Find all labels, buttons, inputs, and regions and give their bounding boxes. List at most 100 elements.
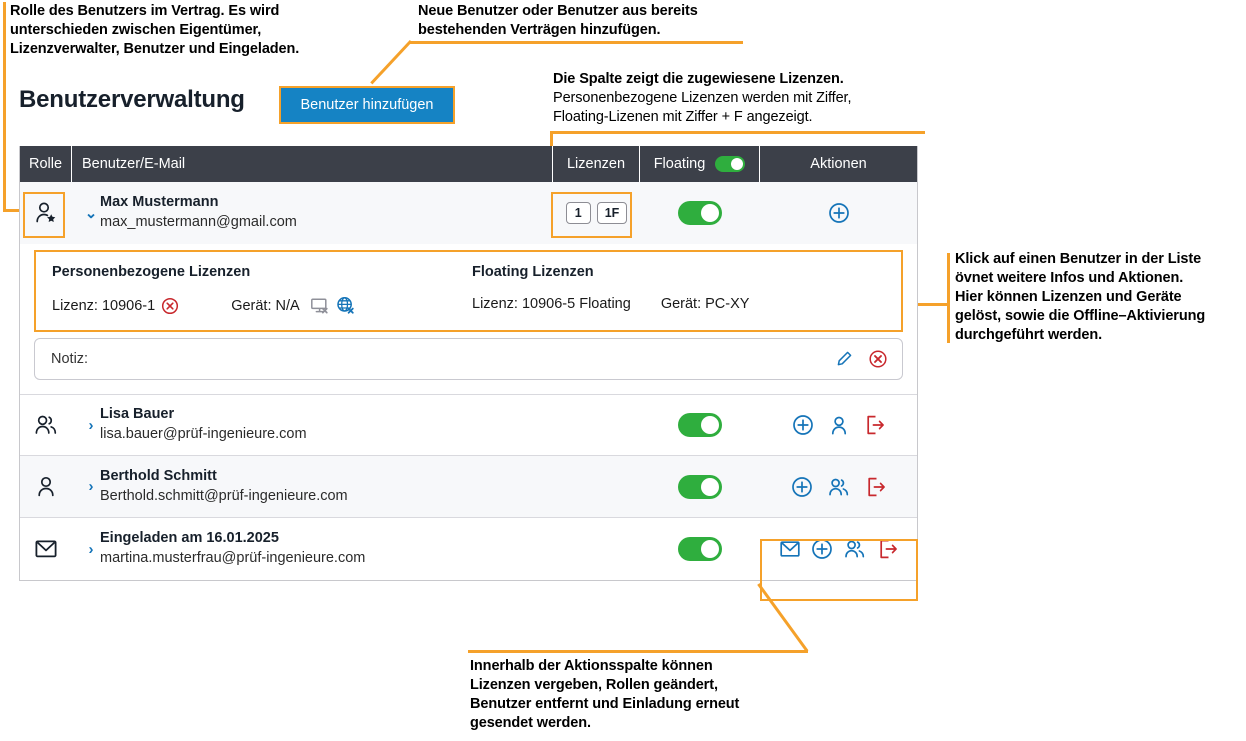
envelope-icon: [35, 540, 57, 558]
floating-device-value: Gerät: PC-XY: [660, 296, 750, 312]
column-header-floating-label: Floating: [653, 156, 706, 172]
logout-icon[interactable]: [865, 476, 887, 498]
delete-note-icon[interactable]: [868, 349, 888, 369]
note-actions: [834, 349, 888, 369]
table-row[interactable]: ⌄ Max Mustermann max_mustermann@gmail.co…: [20, 182, 917, 244]
table-row[interactable]: › Eingeladen am 16.01.2025 martina.muste…: [20, 518, 917, 580]
personal-license-seg: Lizenz: 10906-1: [52, 297, 179, 315]
personal-device-seg: Gerät: N/A: [231, 296, 356, 316]
globe-remove-icon[interactable]: [336, 296, 356, 316]
user-icon: [38, 476, 54, 496]
license-badge-floating[interactable]: 1F: [596, 202, 628, 224]
licenses-cell: [553, 395, 640, 455]
actions-cell: [760, 456, 917, 517]
licenses-cell: [553, 456, 640, 517]
floating-toggle[interactable]: [678, 413, 722, 437]
plus-circle-icon[interactable]: [811, 538, 833, 560]
logout-icon[interactable]: [877, 538, 899, 560]
user-name: Berthold Schmitt: [100, 467, 217, 484]
annotation-expand-text: Klick auf einen Benutzer in der Liste öv…: [955, 251, 1202, 286]
personal-licenses-title: Personenbezogene Lizenzen: [52, 264, 251, 280]
user-cell[interactable]: ⌄ Max Mustermann max_mustermann@gmail.co…: [72, 182, 553, 244]
role-cell: [20, 518, 72, 580]
role-cell: [20, 182, 72, 244]
personal-licenses-row: Lizenz: 10906-1 Gerät: N/A: [52, 296, 472, 316]
expanded-detail-wrap: Personenbezogene Lizenzen Lizenz: 10906-…: [20, 244, 917, 334]
column-header-floating: Floating: [640, 146, 760, 182]
table-row[interactable]: › Berthold Schmitt Berthold.schmitt@prüf…: [20, 456, 917, 518]
user-email: lisa.bauer@prüf-ingenieure.com: [100, 426, 307, 442]
floating-toggle[interactable]: [678, 474, 722, 499]
note-label: Notiz:: [51, 351, 89, 367]
floating-cell: [640, 395, 760, 455]
floating-cell: [640, 456, 760, 517]
remove-license-icon[interactable]: [161, 297, 179, 315]
resend-invite-icon[interactable]: [779, 539, 801, 559]
chevron-right-icon[interactable]: ›: [82, 477, 100, 496]
plus-circle-icon[interactable]: [828, 202, 850, 224]
plus-circle-icon[interactable]: [792, 414, 814, 436]
connector-expand-horizontal: [915, 303, 950, 306]
floating-cell: [640, 518, 760, 580]
note-field[interactable]: Notiz:: [34, 338, 903, 380]
edit-pencil-icon[interactable]: [834, 349, 854, 369]
monitor-remove-icon[interactable]: [310, 296, 330, 316]
chevron-down-icon[interactable]: ⌄: [82, 204, 100, 223]
license-badge-personal[interactable]: 1: [565, 202, 591, 224]
plus-circle-icon[interactable]: [791, 476, 813, 498]
role-cell: [20, 395, 72, 455]
table-row[interactable]: › Lisa Bauer lisa.bauer@prüf-ingenieure.…: [20, 394, 917, 456]
user-cell[interactable]: › Lisa Bauer lisa.bauer@prüf-ingenieure.…: [72, 395, 553, 455]
annotation-licenses-title: Die Spalte zeigt die zugewiesene Lizenze…: [553, 71, 844, 87]
column-header-actions: Aktionen: [810, 156, 867, 172]
floating-global-toggle[interactable]: [715, 156, 746, 172]
floating-licenses-row: Lizenz: 10906-5 Floating Gerät: PC-XY: [472, 296, 885, 312]
page-title: Benutzerverwaltung: [19, 86, 245, 113]
licenses-cell: [553, 518, 640, 580]
users-icon[interactable]: [827, 476, 851, 498]
connector-licenses-horizontal: [550, 131, 925, 134]
user-name: Max Mustermann: [100, 194, 219, 210]
chevron-right-icon[interactable]: ›: [82, 540, 100, 559]
chevron-right-icon[interactable]: ›: [82, 416, 100, 435]
logout-icon[interactable]: [864, 414, 886, 436]
floating-cell: [640, 182, 760, 244]
connector-actions-diagonal: [757, 583, 809, 652]
personal-license-value: Lizenz: 10906-1: [52, 298, 156, 314]
licenses-cell: 1 1F: [553, 182, 640, 244]
user-cell[interactable]: › Eingeladen am 16.01.2025 martina.muste…: [72, 518, 553, 580]
annotation-licenses-text: Personenbezogene Lizenzen werden mit Zif…: [553, 90, 852, 125]
connector-expand-vertical-right: [947, 253, 950, 343]
connector-adduser-horizontal: [410, 41, 743, 44]
add-user-button[interactable]: Benutzer hinzufügen: [279, 86, 455, 124]
user-name: Eingeladen am 16.01.2025: [100, 530, 279, 546]
user-email: max_mustermann@gmail.com: [100, 214, 297, 230]
floating-toggle[interactable]: [678, 537, 722, 561]
personal-licenses-column: Personenbezogene Lizenzen Lizenz: 10906-…: [52, 264, 472, 316]
role-cell: [20, 456, 72, 517]
actions-cell: [760, 182, 917, 244]
user-name: Lisa Bauer: [100, 406, 175, 422]
connector-role-vertical: [3, 2, 6, 211]
user-management-table: Rolle Benutzer/E-Mail Lizenzen Floating …: [19, 146, 918, 581]
connector-actions-horizontal: [468, 650, 808, 653]
floating-toggle[interactable]: [678, 201, 722, 225]
column-header-user: Benutzer/E-Mail: [72, 146, 553, 182]
floating-license-value: Lizenz: 10906-5 Floating: [472, 296, 631, 312]
floating-licenses-title: Floating Lizenzen: [472, 264, 594, 280]
users-icon[interactable]: [843, 538, 867, 560]
user-email: Berthold.schmitt@prüf-ingenieure.com: [100, 487, 348, 504]
table-header-row: Rolle Benutzer/E-Mail Lizenzen Floating …: [20, 146, 917, 182]
license-detail-panel: Personenbezogene Lizenzen Lizenz: 10906-…: [34, 250, 903, 332]
user-icon[interactable]: [828, 414, 850, 436]
annotation-add-user-text: Neue Benutzer oder Benutzer aus bereits …: [418, 3, 698, 38]
users-icon: [35, 415, 57, 434]
actions-cell: [760, 395, 917, 455]
user-star-icon: [36, 202, 56, 223]
annotation-role-text: Rolle des Benutzers im Vertrag. Es wird …: [10, 3, 300, 57]
user-cell[interactable]: › Berthold Schmitt Berthold.schmitt@prüf…: [72, 456, 553, 517]
floating-licenses-column: Floating Lizenzen Lizenz: 10906-5 Floati…: [472, 264, 885, 316]
personal-device-value: Gerät: N/A: [231, 298, 300, 314]
column-header-role: Rolle: [20, 146, 72, 182]
annotation-expand-text-2: Hier können Lizenzen und Geräte gelöst, …: [955, 289, 1206, 343]
